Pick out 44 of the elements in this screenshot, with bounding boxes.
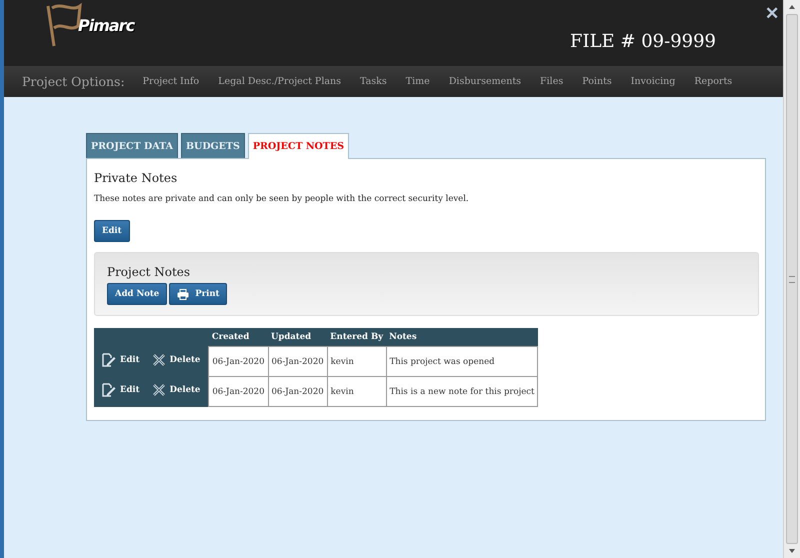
add-note-button[interactable]: Add Note	[107, 283, 168, 305]
nav-label: Project Options:	[22, 74, 125, 89]
tab[interactable]: BUDGETS	[181, 133, 245, 158]
tab[interactable]: PROJECT NOTES	[248, 133, 349, 159]
section-title: Project Notes	[107, 265, 192, 279]
nav-link[interactable]: Legal Desc./Project Plans	[218, 76, 342, 87]
cross-icon	[152, 383, 166, 397]
edit-link[interactable]: Edit	[102, 383, 140, 397]
delete-link[interactable]: Delete	[152, 353, 200, 367]
delete-link[interactable]: Delete	[152, 383, 200, 397]
column-header: Created	[208, 328, 268, 346]
nav-link[interactable]: Tasks	[360, 76, 387, 87]
edit-button[interactable]: Edit	[94, 220, 130, 242]
cross-icon	[152, 353, 166, 367]
pencil-icon	[102, 383, 116, 397]
table-cell: kevin	[327, 346, 386, 376]
table-cell: 06-Jan-2020	[268, 346, 328, 376]
edit-link[interactable]: Edit	[102, 353, 140, 367]
column-header: Notes	[386, 328, 538, 346]
table-cell: 06-Jan-2020	[268, 376, 328, 406]
nav-link[interactable]: Points	[582, 76, 612, 87]
column-header: Updated	[268, 328, 328, 346]
description-text: These notes are private and can only be seen by people with the correct security level.	[94, 194, 470, 204]
file-number: FILE # 09-9999	[570, 30, 716, 52]
nav-link[interactable]: Invoicing	[630, 76, 676, 87]
tab[interactable]: PROJECT DATA	[86, 133, 178, 158]
table-cell: 06-Jan-2020	[208, 376, 268, 406]
nav-link[interactable]: Project Info	[142, 76, 200, 87]
close-button[interactable]: ✕	[765, 3, 779, 24]
nav-link[interactable]: Time	[406, 76, 430, 87]
section-title: Private Notes	[94, 171, 178, 185]
table-cell: This is a new note for this project	[386, 376, 538, 406]
pencil-icon	[102, 353, 116, 367]
scrollbar[interactable]	[783, 0, 800, 558]
nav-link[interactable]: Files	[540, 76, 564, 87]
print-button[interactable]: Print	[169, 283, 228, 305]
table-cell: This project was opened	[386, 346, 538, 376]
nav-link[interactable]: Reports	[694, 76, 732, 87]
table-cell: 06-Jan-2020	[208, 346, 268, 376]
table-cell: kevin	[327, 376, 386, 406]
column-header: Entered By	[327, 328, 386, 346]
printer-icon	[177, 288, 190, 300]
nav-link[interactable]: Disbursements	[448, 76, 522, 87]
logo-text: Pimarc	[78, 16, 134, 34]
